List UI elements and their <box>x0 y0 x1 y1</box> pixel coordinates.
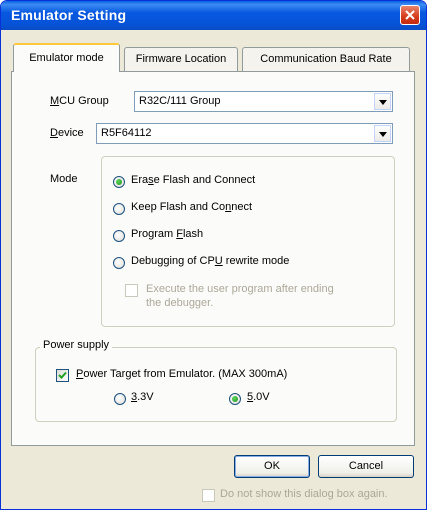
mode-program-flash-text-2: lash <box>182 228 204 240</box>
device-label: Device <box>50 127 84 139</box>
power-supply-group <box>35 347 397 422</box>
voltage-3v3-radio[interactable] <box>114 393 126 405</box>
close-button[interactable] <box>400 5 420 25</box>
cancel-button[interactable]: Cancel <box>318 455 414 478</box>
mode-debug-cpu-rewrite-text-2: rewrite mode <box>222 255 290 267</box>
mcu-group-label-text: CU Group <box>59 95 109 107</box>
ok-button[interactable]: OK <box>234 455 310 478</box>
power-target-text: ower Target from Emulator. (MAX 300mA) <box>83 368 288 380</box>
mode-radio-keep-flash[interactable] <box>113 203 125 215</box>
execute-after-debug-checkbox[interactable] <box>125 284 138 297</box>
mode-radio-erase-flash[interactable] <box>113 176 125 188</box>
execute-after-debug-label-2: the debugger. <box>146 297 214 309</box>
dont-show-again-checkbox[interactable] <box>202 489 215 502</box>
tab-communication-baud-rate-label: Communication Baud Rate <box>260 53 392 65</box>
device-label-text: evice <box>57 127 84 139</box>
power-supply-legend: Power supply <box>40 339 113 351</box>
mode-radio-debug-cpu-rewrite[interactable] <box>113 257 125 269</box>
mode-erase-flash-text-2: e Flash and Connect <box>153 174 256 186</box>
mcu-group-label: MCU Group <box>50 95 109 107</box>
mode-erase-flash-text-1: Era <box>131 174 149 186</box>
device-select[interactable]: R5F64112 <box>96 123 393 144</box>
emulator-setting-dialog: Emulator Setting Emulator mode Firmware … <box>0 0 427 510</box>
checkmark-icon <box>58 371 67 379</box>
voltage-3v3-text: .3V <box>137 391 154 403</box>
mode-erase-flash-label: Erase Flash and Connect <box>131 174 255 186</box>
mode-debug-cpu-rewrite-label: Debugging of CPU rewrite mode <box>131 255 289 267</box>
mcu-group-select[interactable]: R32C/111 Group <box>134 91 393 112</box>
mode-keep-flash-text-1: Keep Flash and Co <box>131 201 226 213</box>
ok-button-label: OK <box>264 460 280 472</box>
voltage-5v0-text: .0V <box>253 391 270 403</box>
tab-emulator-mode-label: Emulator mode <box>29 52 104 64</box>
mcu-group-value: R32C/111 Group <box>139 95 221 107</box>
tab-emulator-mode[interactable]: Emulator mode <box>13 43 120 72</box>
voltage-5v0-radio[interactable] <box>229 393 241 405</box>
dont-show-again-label: Do not show this dialog box again. <box>220 488 388 500</box>
mode-debug-cpu-rewrite-mnemonic: U <box>214 255 223 267</box>
close-icon <box>405 10 415 20</box>
mode-radio-program-flash[interactable] <box>113 230 125 242</box>
execute-after-debug-label-1: Execute the user program after ending <box>146 283 334 295</box>
mode-program-flash-label: Program Flash <box>131 228 203 240</box>
chevron-down-icon <box>379 100 387 105</box>
mode-label: Mode <box>50 173 78 185</box>
cancel-button-label: Cancel <box>348 460 384 472</box>
power-target-label: Power Target from Emulator. (MAX 300mA) <box>76 368 287 380</box>
mode-program-flash-text-1: Program <box>131 228 177 240</box>
mode-keep-flash-text-2: nect <box>231 201 253 213</box>
device-value: R5F64112 <box>101 127 152 139</box>
mcu-group-label-mnemonic: M <box>50 95 60 107</box>
voltage-3v3-label: 3.3V <box>131 391 154 403</box>
tab-communication-baud-rate[interactable]: Communication Baud Rate <box>242 47 410 71</box>
device-dropdown-button[interactable] <box>374 125 391 142</box>
window-title: Emulator Setting <box>11 7 127 23</box>
mode-keep-flash-label: Keep Flash and Connect <box>131 201 252 213</box>
voltage-5v0-label: 5.0V <box>247 391 270 403</box>
device-label-mnemonic: D <box>50 127 58 139</box>
title-bar[interactable]: Emulator Setting <box>1 1 426 30</box>
mode-program-flash-mnemonic: F <box>176 228 183 240</box>
tab-firmware-location[interactable]: Firmware Location <box>124 47 238 71</box>
mcu-group-dropdown-button[interactable] <box>374 93 391 110</box>
chevron-down-icon <box>379 132 387 137</box>
power-target-checkbox[interactable] <box>56 369 69 382</box>
tab-firmware-location-label: Firmware Location <box>135 53 227 65</box>
mode-debug-cpu-rewrite-text-1: Debugging of CP <box>131 255 215 267</box>
